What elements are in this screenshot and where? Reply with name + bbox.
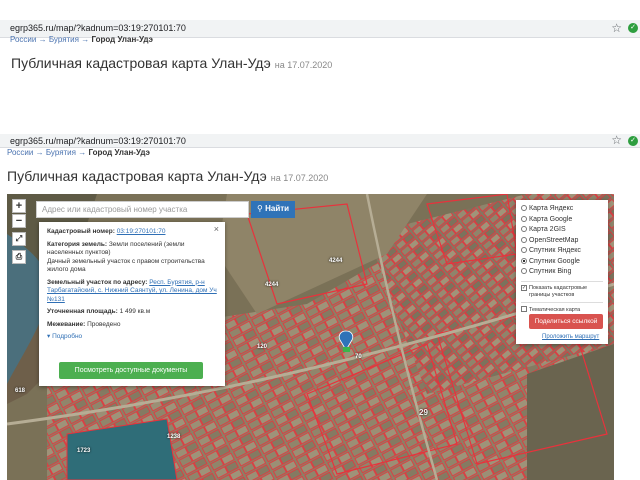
breadcrumb-russia[interactable]: России [7, 148, 33, 157]
thematic-label: Тематическая карта [529, 306, 581, 313]
page-date: на 17.07.2020 [274, 60, 333, 70]
category-label: Категория земель: [47, 240, 108, 248]
breadcrumb: России → Бурятия → Город Улан-Удэ [7, 148, 150, 157]
plot-number: 1723 [77, 448, 91, 454]
divider [521, 280, 603, 282]
layer-option[interactable]: Спутник Google [521, 257, 603, 268]
cadnum-link[interactable]: 03:19:270101:70 [117, 228, 166, 235]
area-row: Уточненная площадь: 1 499 кв.м [47, 308, 217, 317]
breadcrumb: России → Бурятия → Город Улан-Удэ [10, 35, 153, 44]
breadcrumb-separator: → [38, 35, 47, 44]
share-link-button[interactable]: Поделиться ссылкой [529, 314, 603, 329]
url-text[interactable]: egrp365.ru/map/?kadnum=03:19:270101:70 [10, 23, 186, 33]
find-button-label: Найти [265, 204, 290, 213]
parcel-info-popup: × Кадастровый номер: 03:19:270101:70 Кат… [39, 222, 225, 386]
divider [521, 301, 603, 303]
area-value: 1 499 кв.м [119, 308, 151, 315]
layer-option[interactable]: Спутник Bing [521, 267, 603, 278]
layer-option[interactable]: Карта 2GIS [521, 225, 603, 236]
layer-option-label: Карта Яндекс [529, 205, 574, 212]
layer-option-label: OpenStreetMap [529, 236, 579, 244]
page-title: Публичная кадастровая карта Улан-Удэ на 1… [7, 168, 328, 184]
area-label: Уточненная площадь: [47, 308, 118, 315]
page-title-text: Публичная кадастровая карта Улан-Удэ [11, 55, 271, 71]
star-icon[interactable]: ☆ [611, 21, 622, 35]
search-input[interactable]: Адрес или кадастровый номер участка [36, 201, 249, 218]
plot-number: 4244 [329, 258, 343, 264]
bounds-row: Межевание: Проведено [47, 321, 217, 330]
layer-option-label: Спутник Яндекс [529, 247, 581, 254]
show-borders-label: Показать кадастровые границы участков [529, 284, 588, 298]
breadcrumb-buryatia[interactable]: Бурятия [49, 35, 79, 44]
page-title-text: Публичная кадастровая карта Улан-Удэ [7, 168, 267, 184]
radio-icon[interactable] [521, 247, 527, 253]
breadcrumb-separator: → [35, 148, 44, 157]
plot-number: 4244 [265, 282, 279, 288]
layer-option[interactable]: Спутник Яндекс [521, 246, 603, 257]
cadastral-map[interactable]: + − ⤢ ⎙ Адрес или кадастровый номер учас… [7, 194, 614, 480]
radio-selected-icon[interactable] [521, 257, 527, 264]
url-text[interactable]: egrp365.ru/map/?kadnum=03:19:270101:70 [10, 136, 186, 146]
radio-icon[interactable] [521, 215, 527, 222]
find-button[interactable]: ⚲ Найти [251, 201, 295, 218]
route-link[interactable]: Проложить маршрут [542, 334, 599, 340]
address-label: Земельный участок по адресу: [47, 278, 148, 286]
star-icon[interactable]: ☆ [611, 133, 622, 147]
triangle-down-icon: ▾ [47, 333, 51, 340]
breadcrumb-city: Город Улан-Удэ [88, 148, 150, 157]
radio-icon[interactable] [521, 226, 527, 232]
layer-option[interactable]: OpenStreetMap [521, 236, 603, 247]
plot-number: 618 [15, 388, 26, 394]
breadcrumb-separator: → [81, 35, 90, 44]
address-row: Земельный участок по адресу: Респ. Бурят… [47, 279, 217, 305]
plot-number: 120 [257, 344, 268, 350]
bounds-label: Межевание: [47, 320, 86, 328]
checkbox-icon[interactable] [521, 305, 527, 312]
layer-option-label: Спутник Bing [529, 268, 572, 275]
extension-icon[interactable]: ✓ [628, 136, 638, 146]
plot-number: 1238 [167, 434, 181, 440]
page-date: на 17.07.2020 [270, 173, 329, 183]
print-icon[interactable]: ⎙ [12, 250, 26, 264]
show-borders-checkbox[interactable]: ✓ Показать кадастровые границы участков [521, 284, 603, 299]
breadcrumb-buryatia[interactable]: Бурятия [46, 148, 76, 157]
breadcrumb-separator: → [78, 148, 87, 157]
cadnum-row: Кадастровый номер: 03:19:270101:70 [47, 228, 217, 237]
layer-option-label: Карта 2GIS [529, 226, 566, 233]
bounds-value: Проведено [87, 320, 121, 328]
category-row: Категория земель: Земли поселений (земли… [47, 241, 217, 275]
layer-option-label: Спутник Google [529, 257, 580, 265]
page-title: Публичная кадастровая карта Улан-Удэ на 1… [11, 55, 332, 71]
plot-number: 70 [355, 354, 362, 360]
close-icon[interactable]: × [214, 225, 219, 234]
radio-icon[interactable] [521, 236, 527, 243]
cadnum-label: Кадастровый номер: [47, 228, 115, 235]
layer-option-label: Карта Google [529, 215, 573, 223]
zoom-out-button[interactable]: − [12, 214, 26, 228]
extension-icon[interactable]: ✓ [628, 23, 638, 33]
search-icon: ⚲ [257, 204, 263, 213]
checkbox-checked-icon[interactable]: ✓ [521, 284, 527, 291]
view-documents-button[interactable]: Посмотреть доступные документы [59, 362, 203, 379]
zoom-in-button[interactable]: + [12, 199, 26, 213]
layer-option[interactable]: Карта Яндекс [521, 204, 603, 215]
radio-icon[interactable] [521, 205, 527, 211]
layer-switcher: Карта Яндекс Карта Google Карта 2GIS Ope… [516, 200, 608, 344]
breadcrumb-russia[interactable]: России [10, 35, 36, 44]
radio-icon[interactable] [521, 268, 527, 274]
more-link[interactable]: ▾ Подробно [47, 333, 217, 342]
breadcrumb-city: Город Улан-Удэ [91, 35, 153, 44]
usage-value: Дачный земельный участок с правом строит… [47, 257, 205, 274]
fullscreen-icon[interactable]: ⤢ [12, 232, 26, 246]
plot-number: 29 [419, 408, 428, 417]
more-link-label: Подробно [52, 333, 83, 340]
browser-address-bar: egrp365.ru/map/?kadnum=03:19:270101:70 ☆… [0, 133, 640, 148]
layer-option[interactable]: Карта Google [521, 215, 603, 226]
thematic-checkbox[interactable]: Тематическая карта [521, 305, 603, 314]
